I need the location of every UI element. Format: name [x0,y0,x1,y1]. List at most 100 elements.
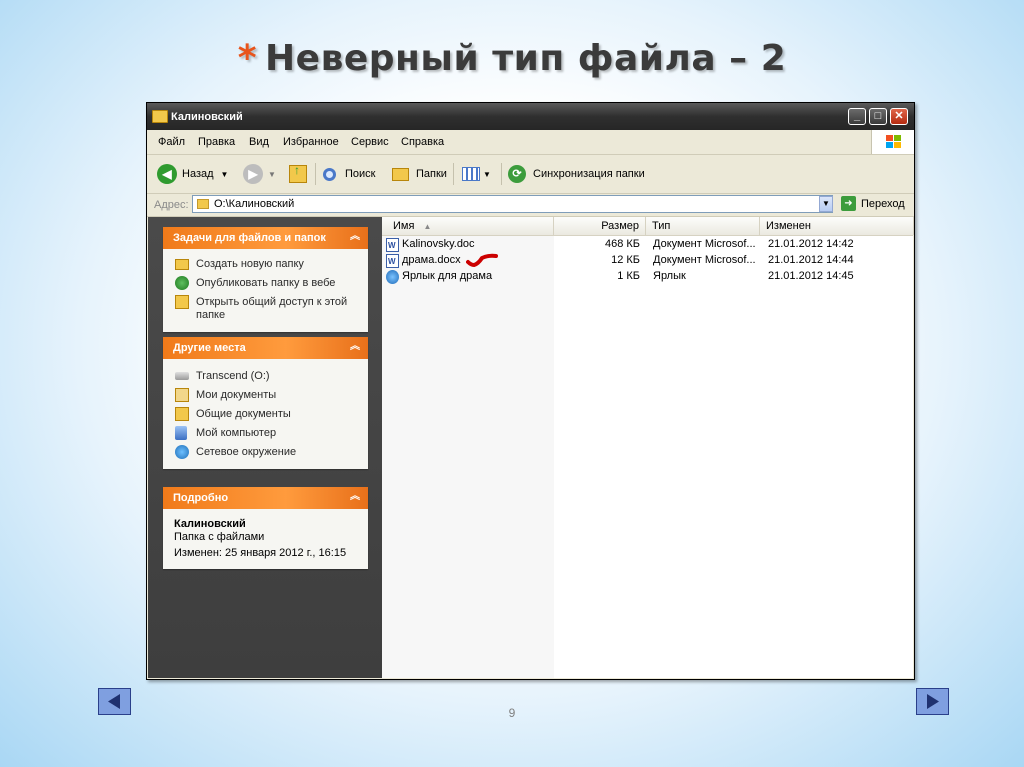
shortcut-icon [386,270,399,284]
file-row[interactable]: Ярлык для драма 1 КБ Ярлык 21.01.2012 14… [382,269,913,285]
file-name: драма.docx [402,254,461,266]
column-type[interactable]: Тип [646,217,760,235]
column-name[interactable]: Имя ▲ [382,217,554,235]
word-doc-icon: W [386,254,399,268]
next-arrow-icon [927,694,939,709]
collapse-icon[interactable]: ︽ [348,230,362,244]
task-label: Опубликовать папку в вебе [196,277,336,289]
task-label: Создать новую папку [196,258,304,270]
views-dropdown-icon: ▼ [483,169,491,179]
new-folder-icon [175,259,189,270]
next-slide-button[interactable] [916,688,949,715]
folder-up-icon: ↑ [289,163,307,183]
address-input[interactable]: O:\Калиновский [192,195,833,213]
column-modified[interactable]: Изменен [760,217,914,235]
menu-favorites[interactable]: Избранное [283,136,339,148]
search-icon [323,167,336,181]
folders-icon [392,167,409,181]
title-bar[interactable]: Калиновский _ □ ✕ [147,103,914,130]
file-size: 12 КБ [611,254,640,266]
shared-documents-icon [175,407,189,421]
place-label: Мой компьютер [196,427,277,439]
drive-icon [175,372,189,380]
folders-button[interactable]: Папки [392,163,447,185]
slide-title: * Неверный тип файла – 2 [0,38,1024,79]
file-type: Ярлык [653,270,686,282]
file-size: 1 КБ [617,270,640,282]
search-label: Поиск [345,168,376,180]
search-button[interactable]: Поиск [323,163,375,185]
task-share-folder[interactable]: Открыть общий доступ к этой папке [163,293,368,325]
menu-tools[interactable]: Сервис [351,136,389,148]
collapse-icon[interactable]: ︽ [348,490,362,504]
place-my-computer[interactable]: Мой компьютер [163,424,368,443]
page-number: 9 [508,706,516,720]
collapse-icon[interactable]: ︽ [348,340,362,354]
sync-icon: ⟳ [508,165,526,183]
back-arrow-icon: ◀ [157,164,177,184]
title-text: Неверный тип файла – 2 [265,38,787,79]
menu-file[interactable]: Файл [158,136,185,148]
my-computer-icon [175,426,187,440]
address-dropdown-icon[interactable]: ▼ [819,196,833,212]
explorer-window: Калиновский _ □ ✕ Файл Правка Вид Избран… [146,102,915,680]
sort-ascending-icon: ▲ [423,222,432,231]
tasks-pane: Задачи для файлов и папок ︽ Создать нову… [148,217,382,678]
file-type: Документ Microsof... [653,238,756,250]
file-name: Kalinovsky.doc [402,238,475,250]
back-button[interactable]: ◀ Назад ▼ [157,163,228,185]
details-name: Калиновский [174,518,246,530]
close-button[interactable]: ✕ [890,108,908,125]
place-my-documents[interactable]: Мои документы [163,386,368,405]
place-transcend[interactable]: Transcend (O:) [163,367,368,386]
tasks-panel: Задачи для файлов и папок ︽ Создать нову… [163,227,368,332]
place-label: Мои документы [196,389,277,401]
forward-dropdown-icon[interactable]: ▼ [268,170,276,179]
back-label: Назад [182,168,214,180]
windows-logo-icon [871,130,914,154]
details-type: Папка с файлами [174,531,265,543]
tasks-panel-header[interactable]: Задачи для файлов и папок ︽ [163,227,368,249]
sync-button[interactable]: ⟳ Синхронизация папки [508,163,645,185]
up-button[interactable]: ↑ [289,163,307,185]
column-name-label: Имя [393,220,415,232]
column-size[interactable]: Размер [554,217,646,235]
column-header: Имя ▲ Размер Тип Изменен [382,217,914,236]
maximize-button[interactable]: □ [869,108,887,125]
address-value: O:\Калиновский [214,198,295,210]
place-label: Transcend (O:) [196,370,270,382]
task-publish-web[interactable]: Опубликовать папку в вебе [163,274,368,293]
place-label: Сетевое окружение [196,446,297,458]
file-modified: 21.01.2012 14:45 [768,270,854,282]
file-type: Документ Microsof... [653,254,756,266]
menu-view[interactable]: Вид [249,136,269,148]
details-modified: Изменен: 25 января 2012 г., 16:15 [174,547,347,559]
minimize-button[interactable]: _ [848,108,866,125]
details-panel-header[interactable]: Подробно ︽ [163,487,368,509]
forward-button[interactable]: ▶ ▼ [243,163,276,185]
file-row[interactable]: W драма.docx 12 КБ Документ Microsof... … [382,253,913,269]
places-panel: Другие места ︽ Transcend (O:) Мои докуме… [163,337,368,469]
place-network[interactable]: Сетевое окружение [163,443,368,462]
file-row[interactable]: W Kalinovsky.doc 468 КБ Документ Microso… [382,237,913,253]
menu-help[interactable]: Справка [401,136,444,148]
folder-icon [152,110,168,123]
word-doc-icon: W [386,238,399,252]
places-panel-header[interactable]: Другие места ︽ [163,337,368,359]
views-button[interactable]: ▼ [462,163,491,185]
task-new-folder[interactable]: Создать новую папку [163,255,368,274]
my-documents-icon [175,388,189,402]
go-arrow-icon: ➜ [841,196,856,211]
back-dropdown-icon[interactable]: ▼ [221,170,229,179]
network-icon [175,445,189,459]
forward-arrow-icon: ▶ [243,164,263,184]
go-button[interactable]: ➜ Переход [841,196,905,211]
title-star: * [237,38,258,79]
places-panel-title: Другие места [173,342,246,354]
place-shared-documents[interactable]: Общие документы [163,405,368,424]
views-icon [462,167,480,181]
address-bar: Адрес: O:\Калиновский ▼ ➜ Переход [147,194,914,217]
checkmark-icon [466,253,498,268]
globe-icon [175,276,189,290]
menu-edit[interactable]: Правка [198,136,235,148]
